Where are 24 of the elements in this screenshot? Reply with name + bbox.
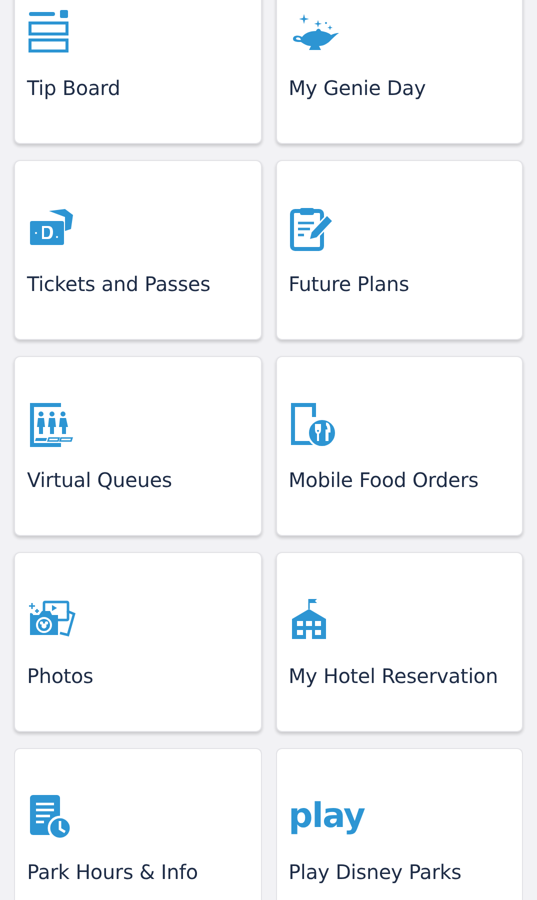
- tile-label: Play Disney Parks: [288, 859, 462, 886]
- menu-tile[interactable]: My Hotel Reservation: [276, 552, 523, 732]
- menu-tile[interactable]: My Genie Day: [276, 0, 523, 144]
- menu-tile[interactable]: Future Plans: [276, 160, 523, 340]
- tile-label: Tip Board: [27, 75, 120, 102]
- tip-board-icon: [27, 9, 71, 55]
- document-clock-icon: [27, 793, 73, 839]
- menu-tile[interactable]: Mobile Food Orders: [276, 356, 523, 536]
- menu-tile[interactable]: Tickets and Passes: [14, 160, 262, 340]
- tile-label: Photos: [27, 663, 94, 690]
- menu-tile[interactable]: Park Hours & Info: [14, 748, 262, 900]
- tile-label: Mobile Food Orders: [288, 467, 478, 494]
- menu-tile[interactable]: Tip Board: [14, 0, 262, 144]
- tile-label: Future Plans: [288, 271, 410, 298]
- clipboard-icon: [288, 205, 334, 251]
- tile-label: My Genie Day: [288, 75, 426, 102]
- menu-tile[interactable]: Photos: [14, 552, 262, 732]
- menu-tile[interactable]: play Play Disney Parks: [276, 748, 523, 900]
- tile-label: Tickets and Passes: [27, 271, 210, 298]
- menu-tile[interactable]: Virtual Queues: [14, 356, 262, 536]
- play-logo: play: [288, 795, 365, 838]
- tile-label: Park Hours & Info: [27, 859, 198, 886]
- tile-label: Virtual Queues: [27, 467, 172, 494]
- tile-label: My Hotel Reservation: [288, 663, 498, 690]
